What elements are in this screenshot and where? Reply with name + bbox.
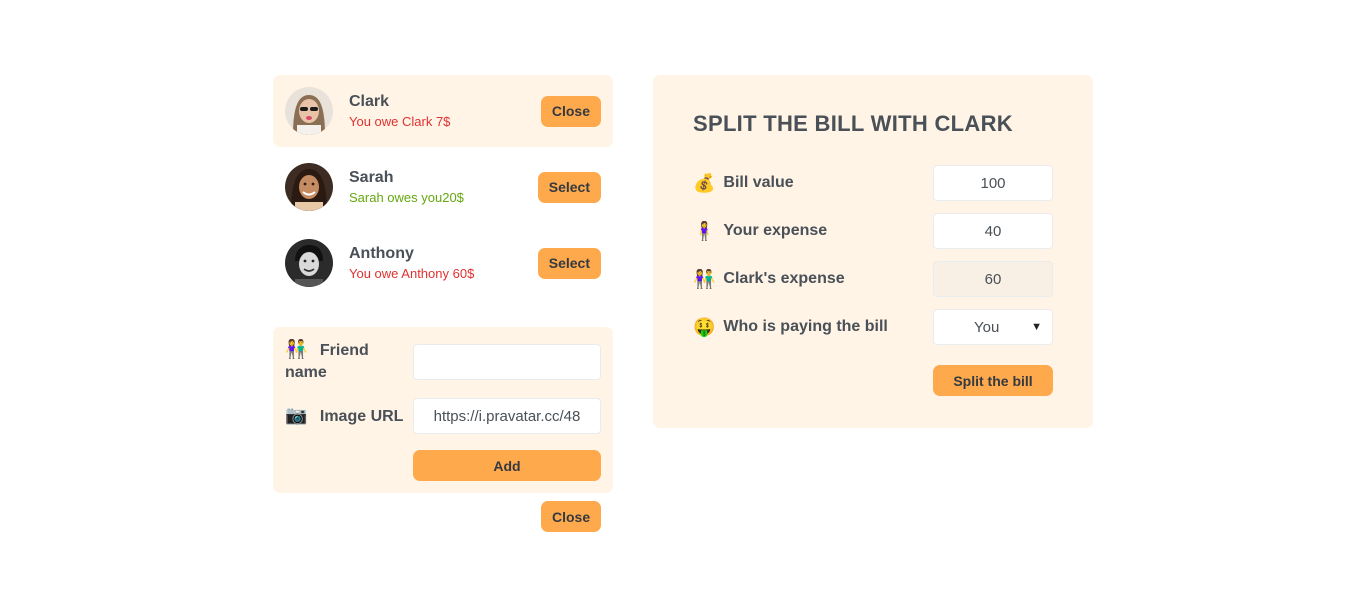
- person-standing-icon: 🧍‍♀️: [693, 220, 716, 242]
- friend-name-label: 👫 Friend name: [285, 339, 413, 384]
- people-holding-hands-icon: 👫: [693, 268, 716, 290]
- bill-value-input[interactable]: [933, 165, 1053, 201]
- image-url-input[interactable]: [413, 398, 601, 434]
- your-expense-label-text: Your expense: [723, 222, 828, 239]
- close-form-button[interactable]: Close: [541, 501, 602, 532]
- friend-balance: Sarah owes you20$: [349, 190, 464, 205]
- payer-label-text: Who is paying the bill: [723, 318, 888, 335]
- image-url-label: 📷 Image URL: [285, 405, 413, 428]
- friend-item-anthony[interactable]: Anthony You owe Anthony 60$ Select: [273, 227, 613, 299]
- friend-info: Anthony You owe Anthony 60$: [349, 244, 538, 282]
- friends-list: Clark You owe Clark 7$ Close Sarah Sarah…: [273, 75, 613, 299]
- friend-name: Clark: [349, 93, 390, 110]
- bill-value-row: 💰 Bill value: [693, 165, 1053, 201]
- split-bill-form: SPLIT THE BILL WITH CLARK 💰 Bill value 🧍…: [653, 75, 1093, 428]
- avatar-clark: [285, 87, 333, 135]
- friend-info: Clark You owe Clark 7$: [349, 92, 541, 130]
- your-expense-input[interactable]: [933, 213, 1053, 249]
- payer-label: 🤑 Who is paying the bill: [693, 317, 888, 338]
- avatar-sarah: [285, 163, 333, 211]
- your-expense-label: 🧍‍♀️ Your expense: [693, 221, 827, 242]
- friend-info: Sarah Sarah owes you20$: [349, 168, 538, 206]
- friend-name: Anthony: [349, 245, 414, 262]
- camera-icon: 📷: [285, 404, 308, 426]
- money-mouth-face-icon: 🤑: [693, 316, 716, 338]
- friend-expense-label-text: Clark's expense: [723, 270, 845, 287]
- friend-expense-label: 👫 Clark's expense: [693, 269, 845, 290]
- friend-expense-row: 👫 Clark's expense: [693, 261, 1053, 297]
- friend-item-sarah[interactable]: Sarah Sarah owes you20$ Select: [273, 151, 613, 223]
- friend-item-clark[interactable]: Clark You owe Clark 7$ Close: [273, 75, 613, 147]
- friend-balance: You owe Anthony 60$: [349, 266, 475, 281]
- close-friend-button[interactable]: Close: [540, 95, 601, 127]
- friends-sidebar: Clark You owe Clark 7$ Close Sarah Sarah…: [273, 75, 613, 532]
- chevron-down-icon: ▼: [1031, 321, 1042, 333]
- select-friend-button[interactable]: Select: [537, 247, 601, 279]
- select-friend-button[interactable]: Select: [537, 171, 601, 203]
- friend-expense-input: [933, 261, 1053, 297]
- people-holding-hands-icon: 👫: [285, 339, 308, 360]
- friend-name-row: 👫 Friend name: [285, 339, 601, 384]
- money-bag-icon: 💰: [693, 172, 716, 194]
- bill-value-label-text: Bill value: [723, 174, 794, 191]
- bill-value-label: 💰 Bill value: [693, 173, 794, 194]
- split-bill-title: SPLIT THE BILL WITH CLARK: [693, 111, 1013, 136]
- add-friend-form: 👫 Friend name 📷 Image URL Add: [273, 327, 613, 493]
- split-bill-button[interactable]: Split the bill: [933, 365, 1053, 396]
- payer-row: 🤑 Who is paying the bill You ▼: [693, 309, 1053, 345]
- image-url-row: 📷 Image URL: [285, 398, 601, 434]
- friend-balance: You owe Clark 7$: [349, 114, 451, 129]
- payer-select[interactable]: You ▼: [933, 309, 1053, 345]
- friend-name: Sarah: [349, 169, 394, 186]
- image-url-label-text: Image URL: [319, 407, 404, 425]
- add-friend-button[interactable]: Add: [413, 450, 601, 481]
- your-expense-row: 🧍‍♀️ Your expense: [693, 213, 1053, 249]
- avatar-anthony: [285, 239, 333, 287]
- payer-selected-value: You: [974, 318, 1000, 336]
- friend-name-input[interactable]: [413, 343, 601, 380]
